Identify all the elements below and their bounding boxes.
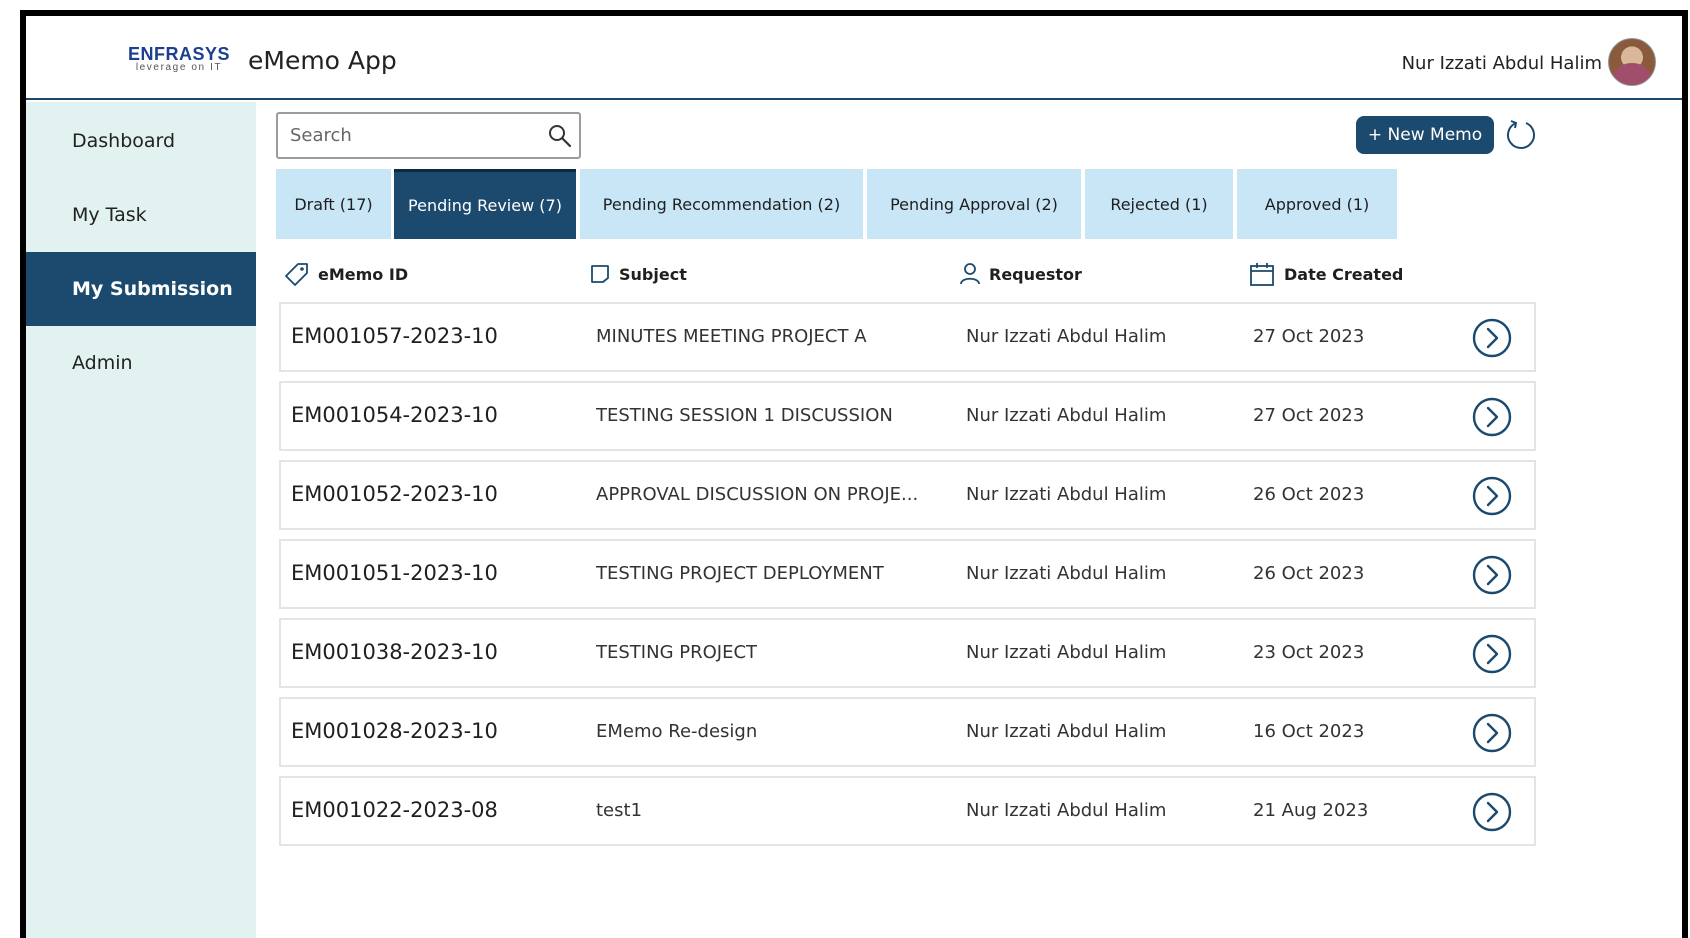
chevron-right-icon[interactable]: [1471, 554, 1513, 596]
table-row[interactable]: EM001028-2023-10 EMemo Re-design Nur Izz…: [279, 697, 1536, 767]
column-header-label: Subject: [619, 264, 687, 284]
sidebar-item-my-task[interactable]: My Task: [26, 178, 256, 252]
date-created: 26 Oct 2023: [1253, 484, 1365, 505]
chevron-right-icon[interactable]: [1471, 712, 1513, 754]
sidebar: Dashboard My Task My Submission Admin: [26, 102, 256, 938]
requestor: Nur Izzati Abdul Halim: [966, 563, 1167, 584]
refresh-icon[interactable]: [1504, 118, 1538, 152]
chevron-right-icon[interactable]: [1471, 396, 1513, 438]
table-row[interactable]: EM001054-2023-10 TESTING SESSION 1 DISCU…: [279, 381, 1536, 451]
tab-pending-recommendation[interactable]: Pending Recommendation (2): [580, 169, 863, 239]
subject: TESTING PROJECT: [596, 642, 758, 663]
requestor: Nur Izzati Abdul Halim: [966, 326, 1167, 347]
ememo-id: EM001038-2023-10: [291, 640, 498, 664]
subject: EMemo Re-design: [596, 721, 758, 742]
column-header-date-created[interactable]: Date Created: [1248, 259, 1403, 289]
ememo-id: EM001054-2023-10: [291, 403, 498, 427]
table-row[interactable]: EM001038-2023-10 TESTING PROJECT Nur Izz…: [279, 618, 1536, 688]
ememo-id: EM001057-2023-10: [291, 324, 498, 348]
tab-approved[interactable]: Approved (1): [1237, 169, 1397, 239]
column-header-label: Requestor: [989, 264, 1082, 284]
date-created: 16 Oct 2023: [1253, 721, 1365, 742]
sidebar-item-label: Dashboard: [72, 130, 176, 152]
search-icon[interactable]: [547, 123, 573, 149]
logo-wordmark: ENFRASYS: [127, 44, 230, 64]
date-created: 23 Oct 2023: [1253, 642, 1365, 663]
ememo-id: EM001022-2023-08: [291, 798, 498, 822]
sidebar-item-admin[interactable]: Admin: [26, 326, 256, 400]
app-frame: ENFRASYS leverage on IT eMemo App Nur Iz…: [20, 10, 1688, 938]
search-box: [276, 112, 581, 159]
user-icon: [960, 263, 980, 285]
column-header-requestor[interactable]: Requestor: [959, 259, 1082, 289]
tab-label: Pending Approval (2): [890, 194, 1058, 214]
subject: TESTING PROJECT DEPLOYMENT: [596, 563, 884, 584]
chevron-right-icon[interactable]: [1471, 475, 1513, 517]
subject: TESTING SESSION 1 DISCUSSION: [596, 405, 893, 426]
app-title: eMemo App: [248, 46, 397, 75]
ememo-id: EM001051-2023-10: [291, 561, 498, 585]
tab-pending-approval[interactable]: Pending Approval (2): [867, 169, 1081, 239]
sidebar-item-dashboard[interactable]: Dashboard: [26, 104, 256, 178]
requestor: Nur Izzati Abdul Halim: [966, 484, 1167, 505]
tag-icon: [285, 263, 308, 286]
new-memo-button[interactable]: + New Memo: [1356, 116, 1494, 154]
table-row[interactable]: EM001022-2023-08 test1 Nur Izzati Abdul …: [279, 776, 1536, 846]
logo-tagline: leverage on IT: [135, 62, 223, 73]
tab-pending-review[interactable]: Pending Review (7): [394, 169, 576, 239]
ememo-id: EM001052-2023-10: [291, 482, 498, 506]
company-logo: ENFRASYS leverage on IT: [120, 44, 238, 73]
sidebar-item-label: My Submission: [72, 278, 233, 300]
column-header-label: Date Created: [1284, 264, 1404, 284]
search-input[interactable]: [278, 114, 528, 157]
sidebar-item-label: My Task: [72, 204, 147, 226]
tab-label: Pending Review (7): [408, 196, 562, 215]
requestor: Nur Izzati Abdul Halim: [966, 721, 1167, 742]
column-header-label: eMemo ID: [318, 264, 409, 284]
tab-label: Rejected (1): [1110, 194, 1208, 214]
chevron-right-icon[interactable]: [1471, 633, 1513, 675]
column-header-subject[interactable]: Subject: [589, 259, 687, 289]
table-row[interactable]: EM001057-2023-10 MINUTES MEETING PROJECT…: [279, 302, 1536, 372]
table-row[interactable]: EM001051-2023-10 TESTING PROJECT DEPLOYM…: [279, 539, 1536, 609]
date-created: 27 Oct 2023: [1253, 405, 1365, 426]
date-created: 21 Aug 2023: [1253, 800, 1369, 821]
tab-label: Approved (1): [1264, 194, 1370, 214]
avatar[interactable]: [1608, 38, 1656, 86]
table-row[interactable]: EM001052-2023-10 APPROVAL DISCUSSION ON …: [279, 460, 1536, 530]
user-name[interactable]: Nur Izzati Abdul Halim: [1402, 53, 1602, 74]
tab-draft[interactable]: Draft (17): [276, 169, 391, 239]
requestor: Nur Izzati Abdul Halim: [966, 405, 1167, 426]
subject: MINUTES MEETING PROJECT A: [596, 326, 867, 347]
chevron-right-icon[interactable]: [1471, 317, 1513, 359]
sidebar-item-my-submission[interactable]: My Submission: [26, 252, 256, 326]
note-icon: [591, 265, 609, 283]
date-created: 27 Oct 2023: [1253, 326, 1365, 347]
subject: APPROVAL DISCUSSION ON PROJE...: [596, 484, 919, 505]
tab-rejected[interactable]: Rejected (1): [1085, 169, 1233, 239]
top-header: ENFRASYS leverage on IT eMemo App Nur Iz…: [26, 16, 1682, 100]
sidebar-item-label: Admin: [72, 352, 133, 374]
date-created: 26 Oct 2023: [1253, 563, 1365, 584]
column-header-ememo-id[interactable]: eMemo ID: [284, 259, 408, 289]
subject: test1: [596, 800, 643, 821]
chevron-right-icon[interactable]: [1471, 791, 1513, 833]
tab-label: Pending Recommendation (2): [602, 194, 841, 214]
ememo-id: EM001028-2023-10: [291, 719, 498, 743]
requestor: Nur Izzati Abdul Halim: [966, 642, 1167, 663]
requestor: Nur Izzati Abdul Halim: [966, 800, 1167, 821]
tab-label: Draft (17): [294, 194, 373, 214]
calendar-icon: [1250, 263, 1274, 286]
